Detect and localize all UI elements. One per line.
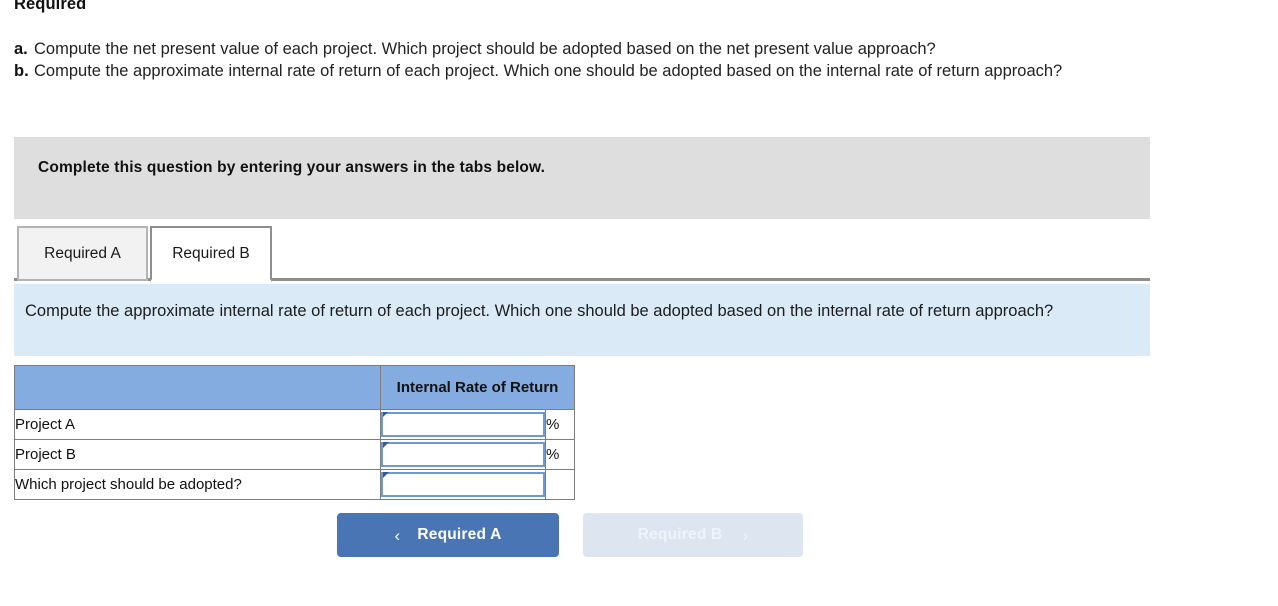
- table-header-blank: [14, 365, 381, 410]
- instruction-banner-text: Complete this question by entering your …: [38, 159, 546, 176]
- suffix-adopted-question: [545, 469, 575, 500]
- chevron-right-icon: ›: [742, 525, 749, 545]
- requirement-item-b: b. Compute the approximate internal rate…: [14, 60, 1214, 82]
- irr-input-project-b[interactable]: [381, 442, 545, 467]
- requirement-marker-a: a.: [14, 40, 28, 58]
- instruction-banner: Complete this question by entering your …: [14, 137, 1150, 219]
- tab-navigation: ‹ Required A Required B ›: [337, 513, 803, 557]
- row-label-project-b: Project B: [14, 439, 381, 470]
- row-label-project-a: Project A: [14, 409, 381, 440]
- tab-bar: Required A Required B: [14, 226, 1150, 282]
- percent-suffix-project-b: %: [545, 439, 575, 470]
- table-row: Project B %: [14, 439, 575, 470]
- tab-instruction-panel: Compute the approximate internal rate of…: [14, 284, 1150, 356]
- required-b-nav-label: Required B: [637, 526, 723, 543]
- required-a-nav-label: Required A: [417, 526, 502, 543]
- chevron-left-icon: ‹: [394, 525, 401, 545]
- table-header-row: Internal Rate of Return: [14, 365, 575, 410]
- requirements-list: a. Compute the net present value of each…: [14, 38, 1214, 82]
- requirement-text-b: Compute the approximate internal rate of…: [34, 62, 1063, 80]
- table-row: Project A %: [14, 409, 575, 440]
- table-row: Which project should be adopted?: [14, 469, 575, 500]
- input-cell-project-a[interactable]: [380, 409, 546, 440]
- input-cell-project-b[interactable]: [380, 439, 546, 470]
- requirement-item-a: a. Compute the net present value of each…: [14, 38, 1214, 60]
- required-a-nav-button[interactable]: ‹ Required A: [337, 513, 559, 557]
- tab-required-a-label: Required A: [44, 244, 121, 262]
- requirement-marker-b: b.: [14, 62, 29, 80]
- tab-required-b-label: Required B: [172, 244, 250, 262]
- required-b-nav-button[interactable]: Required B ›: [583, 513, 803, 557]
- page-title: Required: [14, 0, 87, 13]
- tab-required-a[interactable]: Required A: [17, 226, 148, 281]
- adopted-project-input[interactable]: [381, 472, 545, 497]
- row-label-adopted-question: Which project should be adopted?: [14, 469, 381, 500]
- irr-input-project-a[interactable]: [381, 412, 545, 437]
- percent-suffix-project-a: %: [545, 409, 575, 440]
- table-header-irr: Internal Rate of Return: [380, 365, 575, 410]
- answer-table: Internal Rate of Return Project A % Proj…: [14, 365, 575, 500]
- tab-instruction-text: Compute the approximate internal rate of…: [25, 302, 1054, 320]
- tab-required-b[interactable]: Required B: [150, 226, 272, 282]
- input-cell-adopted-question[interactable]: [380, 469, 546, 500]
- requirement-text-a: Compute the net present value of each pr…: [34, 40, 936, 58]
